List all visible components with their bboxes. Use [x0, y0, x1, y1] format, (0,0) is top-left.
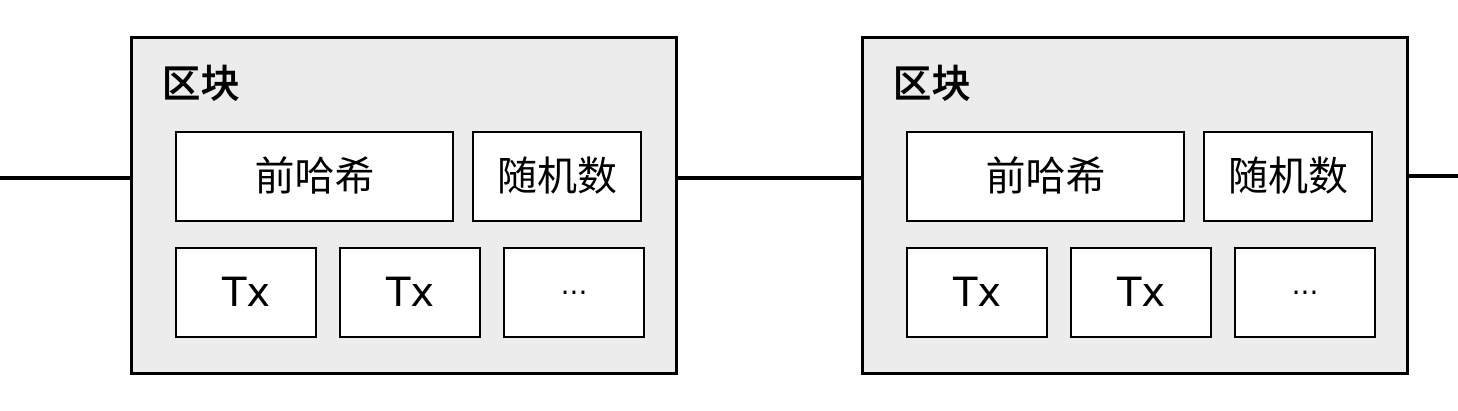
- more-transactions-field: ···: [1234, 247, 1376, 338]
- block-2: 区块 前哈希 随机数 Tx Tx ···: [861, 36, 1409, 375]
- transaction-field: Tx: [339, 247, 481, 338]
- more-transactions-field: ···: [503, 247, 645, 338]
- block-title: 区块: [893, 62, 972, 106]
- block-title: 区块: [162, 62, 241, 106]
- transaction-field: Tx: [1070, 247, 1212, 338]
- prev-hash-field: 前哈希: [906, 131, 1185, 222]
- prev-hash-field: 前哈希: [175, 131, 454, 222]
- transaction-field: Tx: [906, 247, 1048, 338]
- nonce-field: 随机数: [1203, 131, 1373, 222]
- block-1: 区块 前哈希 随机数 Tx Tx ···: [130, 36, 678, 375]
- transaction-field: Tx: [175, 247, 317, 338]
- nonce-field: 随机数: [472, 131, 642, 222]
